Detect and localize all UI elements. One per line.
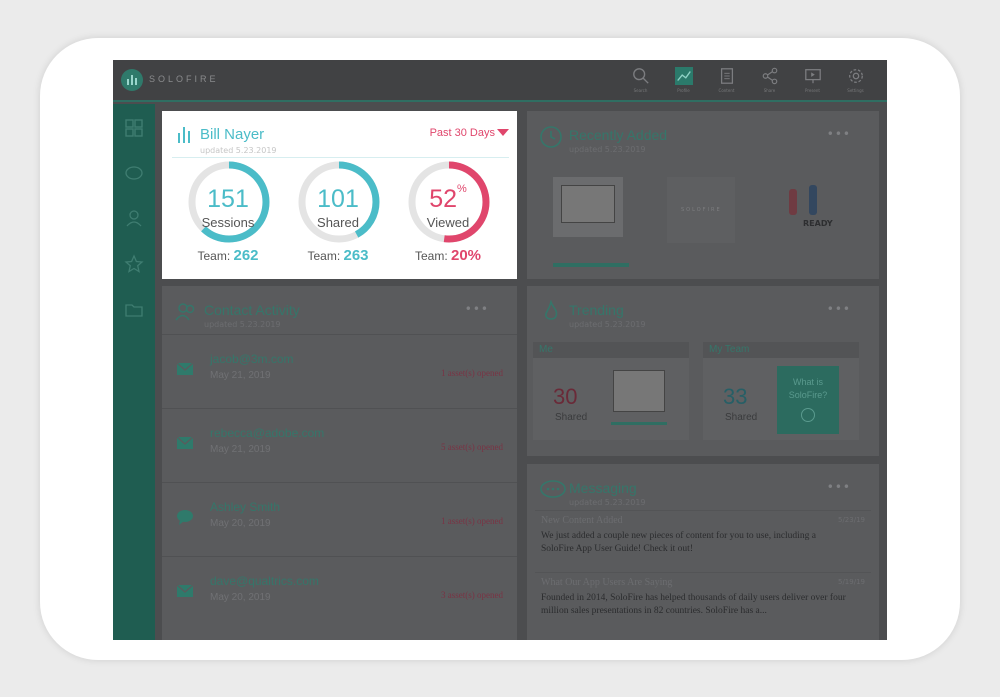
- chat-bubble-icon: [540, 480, 566, 498]
- message-item[interactable]: What Our App Users Are Saying 5/19/19 Fo…: [535, 572, 871, 632]
- mail-icon: [176, 584, 194, 597]
- profile-card: Bill Nayer updated 5.23.2019 Past 30 Day…: [162, 111, 517, 279]
- nav-present[interactable]: Present: [791, 64, 834, 98]
- logo-text: SOLOFIRE: [149, 74, 219, 84]
- play-icon[interactable]: [801, 408, 815, 422]
- nav-settings[interactable]: Settings: [834, 64, 877, 98]
- trending-card: Trending updated 5.23.2019 ••• Me 30 Sha…: [527, 286, 879, 456]
- shared-team: Team: 263: [307, 247, 369, 264]
- contact-activity-title: Contact Activity: [204, 302, 300, 318]
- flame-icon: [545, 300, 558, 320]
- contact-row[interactable]: rebecca@adobe.com May 21, 2019 5 asset(s…: [162, 408, 517, 482]
- trending-me-thumbnail[interactable]: [613, 370, 665, 412]
- gear-icon: [848, 69, 863, 83]
- updated-date: updated 5.23.2019: [200, 146, 277, 155]
- viewed-value: 52%: [429, 183, 467, 213]
- caret-down-icon[interactable]: [497, 129, 509, 136]
- shared-label: Shared: [317, 215, 359, 230]
- people-icon: [175, 303, 195, 321]
- top-nav: Search Profile Content Share Present Set…: [619, 64, 877, 98]
- sessions-value: 151: [207, 185, 249, 213]
- more-icon[interactable]: •••: [827, 127, 851, 141]
- contact-row[interactable]: jacob@3m.com May 21, 2019 1 asset(s) ope…: [162, 334, 517, 408]
- solofire-logo-icon: [121, 69, 143, 91]
- dashboard-icon[interactable]: [124, 118, 144, 138]
- search-icon: [632, 68, 649, 84]
- viewed-team: Team: 20%: [414, 247, 482, 264]
- clock-icon: [540, 126, 562, 148]
- metric-viewed: 52% Viewed Team: 20%: [406, 161, 490, 271]
- shared-value: 101: [317, 185, 359, 213]
- date-range-select[interactable]: Past 30 Days: [430, 127, 495, 139]
- trending-title: Trending: [569, 302, 624, 318]
- share-icon: [762, 67, 777, 85]
- more-icon[interactable]: •••: [827, 302, 851, 316]
- left-rail: [113, 104, 155, 640]
- chart-icon: [674, 67, 693, 85]
- folder-icon[interactable]: [124, 300, 144, 320]
- nav-profile[interactable]: Profile: [662, 64, 705, 98]
- metric-sessions: 151 Sessions Team: 262: [186, 161, 270, 271]
- message-item[interactable]: New Content Added 5/23/19 We just added …: [535, 510, 871, 566]
- contact-activity-card: Contact Activity updated 5.23.2019 ••• j…: [162, 286, 517, 640]
- chat-icon[interactable]: [124, 164, 144, 184]
- contact-row[interactable]: Ashley Smith May 20, 2019 1 asset(s) ope…: [162, 482, 517, 556]
- contact-activity-updated: updated 5.23.2019: [204, 320, 281, 329]
- star-icon[interactable]: [124, 254, 144, 274]
- thumbnail-3[interactable]: READY: [779, 183, 859, 249]
- mail-icon: [176, 436, 194, 449]
- document-icon: [720, 68, 733, 84]
- metric-shared: 101 Shared Team: 263: [296, 161, 380, 271]
- thumbnail-1[interactable]: [553, 177, 629, 267]
- header-divider: [172, 157, 509, 158]
- trending-updated: updated 5.23.2019: [569, 320, 646, 329]
- more-icon[interactable]: •••: [465, 302, 489, 316]
- user-name: Bill Nayer: [200, 126, 265, 143]
- trending-team: My Team 33 Shared What is SoloFire?: [703, 342, 859, 440]
- mail-icon: [176, 362, 194, 375]
- messaging-card: Messaging updated 5.23.2019 ••• New Cont…: [527, 464, 879, 640]
- recently-added-updated: updated 5.23.2019: [569, 145, 646, 154]
- messaging-title: Messaging: [569, 480, 637, 496]
- app-screen: SOLOFIRE Search Profile Content Share Pr…: [113, 60, 887, 640]
- top-bar: SOLOFIRE Search Profile Content Share Pr…: [113, 60, 887, 102]
- nav-search[interactable]: Search: [619, 64, 662, 98]
- people-icon[interactable]: [124, 208, 144, 228]
- viewed-label: Viewed: [426, 215, 470, 230]
- thumbnail-2[interactable]: SOLOFIRE: [667, 177, 735, 243]
- more-icon[interactable]: •••: [827, 480, 851, 494]
- recently-added-title: Recently Added: [569, 127, 668, 143]
- sessions-team: Team: 262: [197, 247, 259, 264]
- trending-me: Me 30 Shared: [533, 342, 689, 440]
- nav-share[interactable]: Share: [748, 64, 791, 98]
- bar-chart-icon: [178, 127, 190, 143]
- trending-team-tile[interactable]: What is SoloFire?: [777, 366, 839, 434]
- nav-content[interactable]: Content: [705, 64, 748, 98]
- messaging-updated: updated 5.23.2019: [569, 498, 646, 507]
- contact-row[interactable]: dave@qualtrics.com May 20, 2019 3 asset(…: [162, 556, 517, 630]
- recently-added-card: Recently Added updated 5.23.2019 ••• SOL…: [527, 111, 879, 279]
- present-icon: [804, 69, 821, 84]
- sessions-label: Sessions: [201, 215, 255, 230]
- chat-icon: [177, 510, 193, 525]
